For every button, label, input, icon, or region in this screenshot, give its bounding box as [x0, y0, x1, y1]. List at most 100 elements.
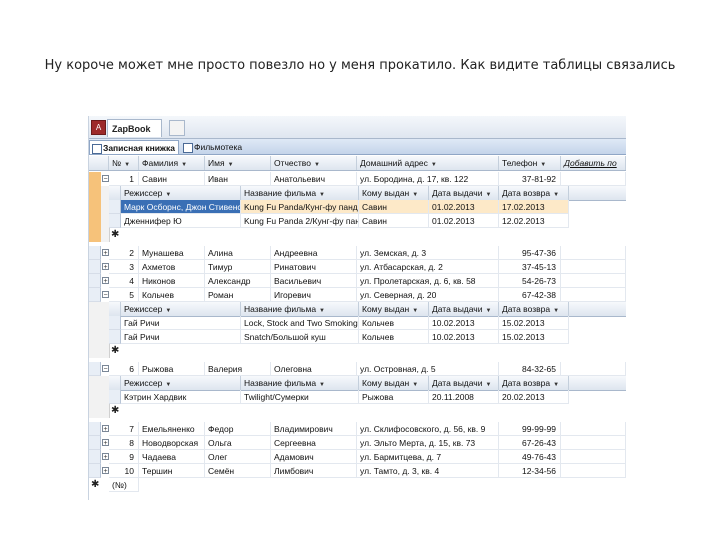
column-header-add-field[interactable]: Добавить по — [561, 156, 626, 170]
cell-name[interactable]: Ольга — [205, 436, 271, 450]
cell-address[interactable]: ул. Склифосовского, д. 56, кв. 9 — [357, 422, 499, 436]
tab-zapisnaya-knizhka[interactable]: Записная книжка — [89, 140, 179, 154]
cell-empty[interactable] — [561, 274, 626, 288]
cell-empty[interactable] — [561, 422, 626, 436]
table-row[interactable]: +9 Чадаева Олег Адамович ул. Бармитцева, д. … — [89, 450, 626, 464]
cell-phone[interactable]: 37-45-13 — [499, 260, 561, 274]
column-header-num[interactable]: № ▼ — [109, 156, 139, 170]
cell-patronymic[interactable]: Адамович — [271, 450, 357, 464]
cell-num[interactable]: 3 — [109, 260, 139, 274]
cell-surname[interactable]: Рыжова — [139, 362, 205, 376]
cell-name[interactable]: Федор — [205, 422, 271, 436]
cell-surname[interactable]: Чадаева — [139, 450, 205, 464]
cell-phone[interactable]: 99-99-99 — [499, 422, 561, 436]
sub-cell-film[interactable]: Lock, Stock and Two Smoking Barrels — [241, 316, 359, 330]
cell-name[interactable]: Иван — [205, 172, 271, 186]
row-selector[interactable] — [89, 288, 101, 302]
cell-empty[interactable] — [561, 246, 626, 260]
subdatasheet-new-row[interactable]: ✱ — [109, 404, 626, 418]
cell-patronymic[interactable]: Игоревич — [271, 288, 357, 302]
column-header-phone[interactable]: Телефон ▼ — [499, 156, 561, 170]
cell-phone[interactable]: 54-26-73 — [499, 274, 561, 288]
row-selector[interactable] — [109, 214, 121, 228]
sub-column-header[interactable]: Режиссер ▼ — [121, 376, 241, 390]
cell-patronymic[interactable]: Лимбович — [271, 464, 357, 478]
table-row[interactable]: −1 Савин Иван Анатольевич ул. Бородина, д. 1… — [89, 172, 626, 186]
sub-cell-issued[interactable]: 01.02.2013 — [429, 214, 499, 228]
column-header-surname[interactable]: Фамилия ▼ — [139, 156, 205, 170]
sub-cell-recipient[interactable]: Кольчев — [359, 316, 429, 330]
subdatasheet-new-row[interactable]: ✱ — [109, 228, 626, 242]
cell-num[interactable]: 9 — [109, 450, 139, 464]
cell-surname[interactable]: Новодворская — [139, 436, 205, 450]
subdatasheet-row[interactable]: Кэтрин Хардвик Twilight/Сумерки Рыжова 20.1… — [109, 390, 626, 404]
collapse-subdatasheet-icon[interactable]: − — [102, 291, 109, 299]
cell-surname[interactable]: Кольчев — [139, 288, 205, 302]
sub-column-header[interactable]: Кому выдан ▼ — [359, 302, 429, 316]
row-selector[interactable] — [109, 330, 121, 344]
cell-phone[interactable]: 95-47-36 — [499, 246, 561, 260]
column-header-address[interactable]: Домашний адрес ▼ — [357, 156, 499, 170]
cell-name[interactable]: Александр — [205, 274, 271, 288]
table-row[interactable]: +8 Новодворская Ольга Сергеевна ул. Эльто Ме… — [89, 436, 626, 450]
sub-column-header[interactable]: Дата выдачи ▼ — [429, 302, 499, 316]
cell-patronymic[interactable]: Анатольевич — [271, 172, 357, 186]
cell-phone[interactable]: 67-42-38 — [499, 288, 561, 302]
row-selector[interactable] — [89, 274, 101, 288]
row-selector[interactable] — [89, 246, 101, 260]
sub-cell-returned[interactable]: 15.02.2013 — [499, 330, 569, 344]
cell-num[interactable]: 8 — [109, 436, 139, 450]
sub-cell-film[interactable]: Twilight/Сумерки — [241, 390, 359, 404]
cell-num[interactable]: 6 — [109, 362, 139, 376]
cell-address[interactable]: ул. Эльто Мерта, д. 15, кв. 73 — [357, 436, 499, 450]
cell-empty[interactable] — [561, 436, 626, 450]
sub-column-header[interactable]: Дата выдачи ▼ — [429, 376, 499, 390]
cell-surname[interactable]: Савин — [139, 172, 205, 186]
sub-cell-director[interactable]: Кэтрин Хардвик — [121, 390, 241, 404]
cell-num[interactable]: 5 — [109, 288, 139, 302]
sub-column-header[interactable]: Название фильма ▼ — [241, 186, 359, 200]
sub-cell-director[interactable]: Гай Ричи — [121, 316, 241, 330]
sub-cell-issued[interactable]: 10.02.2013 — [429, 316, 499, 330]
cell-surname[interactable]: Емельяненко — [139, 422, 205, 436]
sub-cell-issued[interactable]: 20.11.2008 — [429, 390, 499, 404]
document-tab-zapbook[interactable]: ZapBook — [107, 119, 162, 137]
expand-subdatasheet-icon[interactable]: + — [102, 453, 109, 461]
sub-column-header[interactable]: Дата выдачи ▼ — [429, 186, 499, 200]
cell-address[interactable]: ул. Тамто, д. 3, кв. 4 — [357, 464, 499, 478]
cell-name[interactable]: Роман — [205, 288, 271, 302]
row-selector[interactable] — [89, 260, 101, 274]
cell-num[interactable]: 2 — [109, 246, 139, 260]
sub-column-header[interactable]: Название фильма ▼ — [241, 302, 359, 316]
cell-name[interactable]: Валерия — [205, 362, 271, 376]
cell-empty[interactable] — [561, 362, 626, 376]
sub-cell-issued[interactable]: 10.02.2013 — [429, 330, 499, 344]
sub-cell-film[interactable]: Kung Fu Panda 2/Кунг-фу панда 2 — [241, 214, 359, 228]
cell-patronymic[interactable]: Ринатович — [271, 260, 357, 274]
cell-num[interactable]: 7 — [109, 422, 139, 436]
cell-address[interactable]: ул. Северная, д. 20 — [357, 288, 499, 302]
cell-num[interactable]: 1 — [109, 172, 139, 186]
sub-cell-returned[interactable]: 17.02.2013 — [499, 200, 569, 214]
cell-phone[interactable]: 37-81-92 — [499, 172, 561, 186]
cell-surname[interactable]: Тершин — [139, 464, 205, 478]
table-row[interactable]: +4 Никонов Александр Васильевич ул. Пролетар… — [89, 274, 626, 288]
cell-phone[interactable]: 67-26-43 — [499, 436, 561, 450]
cell-patronymic[interactable]: Олеговна — [271, 362, 357, 376]
select-all-corner[interactable] — [89, 156, 109, 170]
cell-address[interactable]: ул. Атбасарская, д. 2 — [357, 260, 499, 274]
expand-subdatasheet-icon[interactable]: + — [102, 249, 109, 257]
table-row[interactable]: −5 Кольчев Роман Игоревич ул. Северная, д. 2… — [89, 288, 626, 302]
sub-column-header[interactable]: Дата возвра ▼ — [499, 302, 569, 316]
column-header-name[interactable]: Имя ▼ — [205, 156, 271, 170]
subdatasheet-row[interactable]: Гай РичиLock, Stock and Two Smoking Barr… — [109, 316, 626, 330]
cell-address[interactable]: ул. Бармитцева, д. 7 — [357, 450, 499, 464]
row-selector[interactable] — [89, 422, 101, 436]
cell-empty[interactable] — [561, 450, 626, 464]
row-selector[interactable] — [89, 450, 101, 464]
subdatasheet-row[interactable]: Дженнифер ЮKung Fu Panda 2/Кунг-фу панда… — [109, 214, 626, 228]
sub-cell-returned[interactable]: 15.02.2013 — [499, 316, 569, 330]
subdatasheet-select-all[interactable] — [109, 302, 121, 316]
expand-subdatasheet-icon[interactable]: + — [102, 263, 109, 271]
row-selector[interactable] — [89, 362, 101, 376]
